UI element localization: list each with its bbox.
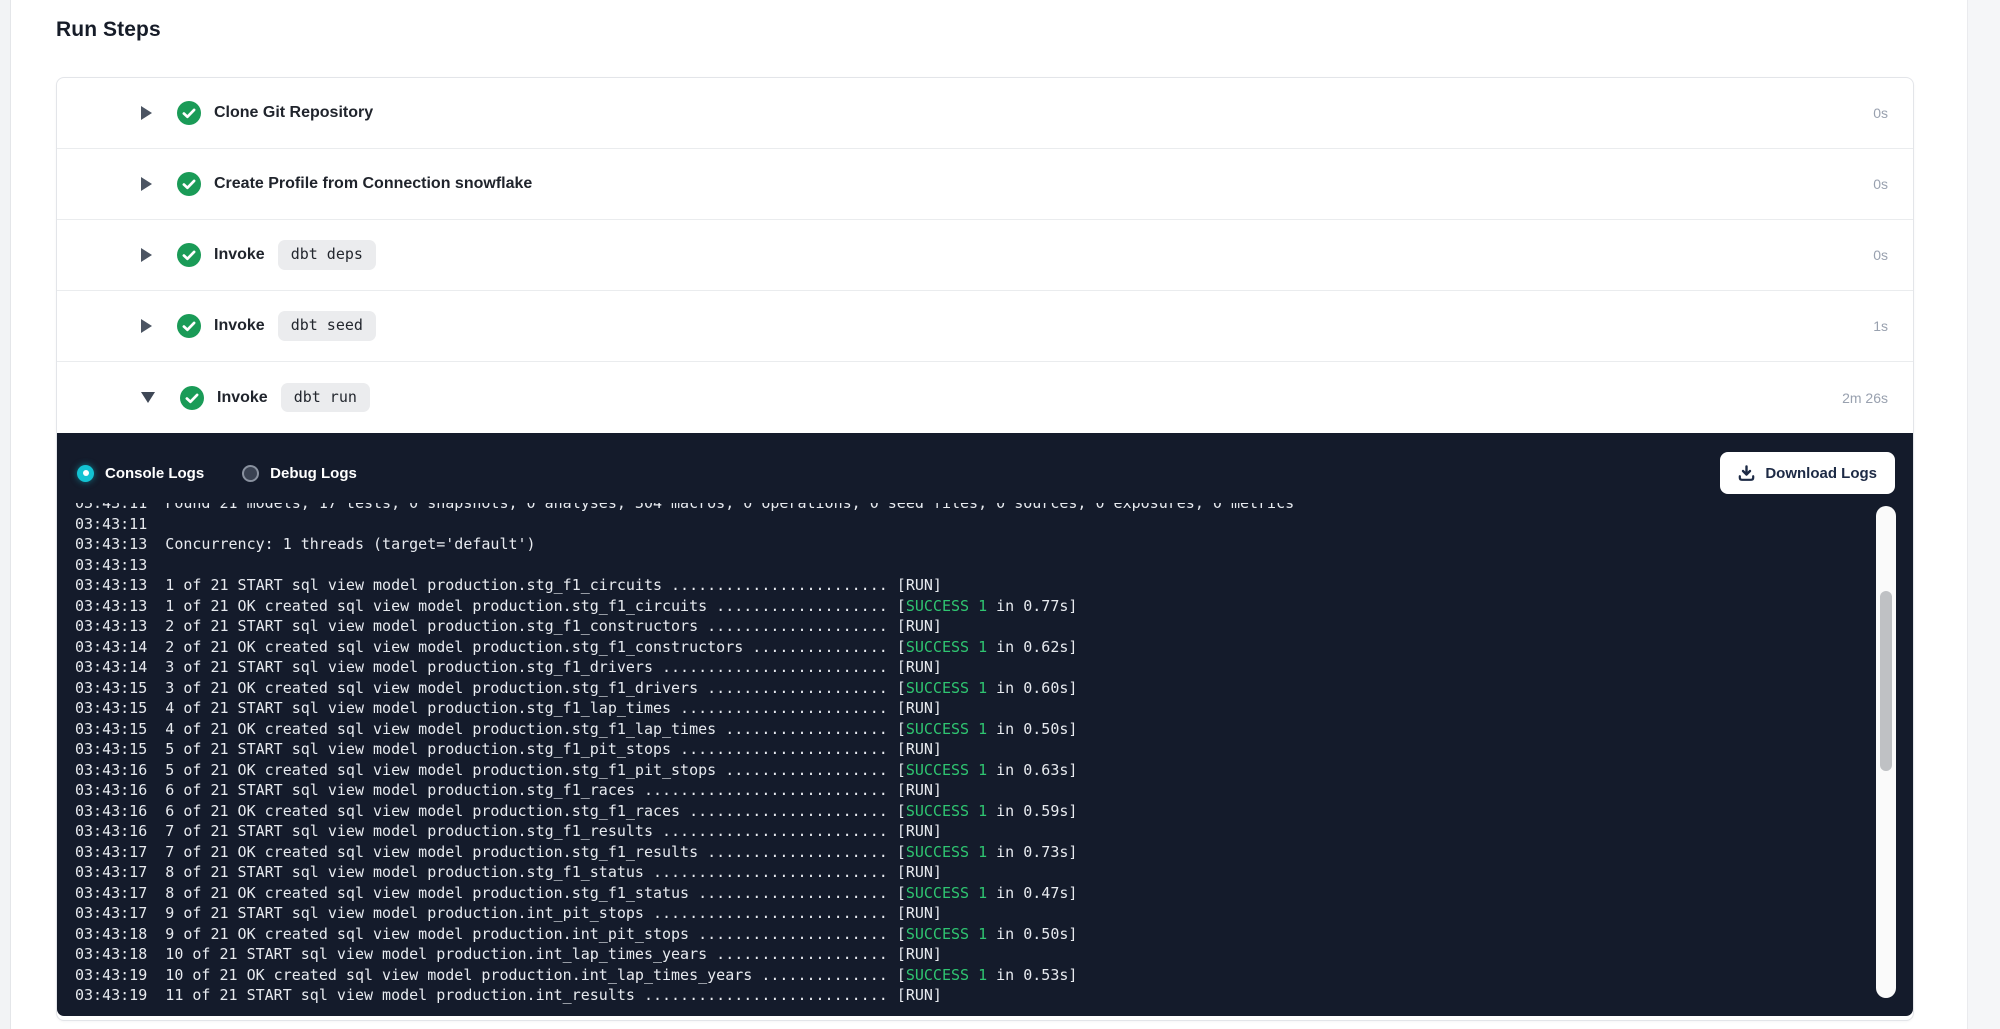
log-content: 03:43:11 Found 21 models, 17 tests, 0 sn… (75, 503, 1913, 1006)
log-line: 03:43:14 2 of 21 OK created sql view mod… (75, 637, 1913, 658)
step-label: Invoke (214, 317, 265, 335)
step-duration: 2m 26s (1842, 390, 1888, 406)
log-line: 03:43:19 11 of 21 START sql view model p… (75, 985, 1913, 1006)
step-row[interactable]: Create Profile from Connection snowflake… (57, 149, 1913, 220)
step-row[interactable]: Invoke dbt deps 0s (57, 220, 1913, 291)
success-check-icon (177, 172, 201, 196)
radio-unselected-icon[interactable] (242, 465, 259, 482)
step-label: Clone Git Repository (214, 104, 373, 122)
radio-debug-logs-label: Debug Logs (270, 465, 357, 482)
log-line: 03:43:15 4 of 21 START sql view model pr… (75, 698, 1913, 719)
log-line: 03:43:17 8 of 21 START sql view model pr… (75, 862, 1913, 883)
page-title: Run Steps (56, 18, 161, 42)
run-steps-card: Clone Git Repository0sCreate Profile fro… (56, 77, 1914, 1021)
step-duration: 0s (1873, 176, 1888, 192)
step-label: Create Profile from Connection snowflake (214, 175, 532, 193)
success-check-icon (180, 386, 204, 410)
success-check-icon (177, 314, 201, 338)
radio-selected-icon[interactable] (77, 465, 94, 482)
caret-down-icon[interactable] (141, 392, 155, 403)
caret-right-icon[interactable] (141, 319, 152, 333)
log-line: 03:43:11 Found 21 models, 17 tests, 0 sn… (75, 503, 1913, 514)
log-line: 03:43:17 7 of 21 OK created sql view mod… (75, 842, 1913, 863)
step-duration: 0s (1873, 105, 1888, 121)
log-line: 03:43:17 8 of 21 OK created sql view mod… (75, 883, 1913, 904)
log-line: 03:43:11 (75, 514, 1913, 535)
log-scrollbar-track[interactable] (1876, 506, 1896, 998)
log-line: 03:43:13 2 of 21 START sql view model pr… (75, 616, 1913, 637)
log-line: 03:43:17 9 of 21 START sql view model pr… (75, 903, 1913, 924)
log-line: 03:43:15 5 of 21 START sql view model pr… (75, 739, 1913, 760)
log-line: 03:43:16 7 of 21 START sql view model pr… (75, 821, 1913, 842)
radio-console-logs-label: Console Logs (105, 465, 204, 482)
step-command-chip: dbt seed (278, 311, 376, 341)
success-check-icon (177, 101, 201, 125)
step-duration: 0s (1873, 247, 1888, 263)
log-line: 03:43:19 10 of 21 OK created sql view mo… (75, 965, 1913, 986)
log-line: 03:43:16 6 of 21 START sql view model pr… (75, 780, 1913, 801)
log-line: 03:43:15 3 of 21 OK created sql view mod… (75, 678, 1913, 699)
log-line: 03:43:13 1 of 21 OK created sql view mod… (75, 596, 1913, 617)
page-left-gutter (0, 0, 11, 1029)
caret-right-icon[interactable] (141, 177, 152, 191)
log-line: 03:43:18 9 of 21 OK created sql view mod… (75, 924, 1913, 945)
log-line: 03:43:14 3 of 21 START sql view model pr… (75, 657, 1913, 678)
console-panel: Console Logs Debug Logs Download Logs 03… (57, 433, 1913, 1016)
log-line: 03:43:16 5 of 21 OK created sql view mod… (75, 760, 1913, 781)
caret-right-icon[interactable] (141, 106, 152, 120)
step-command-chip: dbt run (281, 383, 370, 413)
step-row[interactable]: Clone Git Repository 0s (57, 78, 1913, 149)
caret-right-icon[interactable] (141, 248, 152, 262)
download-logs-label: Download Logs (1765, 465, 1877, 482)
log-line: 03:43:16 6 of 21 OK created sql view mod… (75, 801, 1913, 822)
download-logs-button[interactable]: Download Logs (1720, 452, 1895, 494)
page-right-gutter (1967, 0, 2000, 1029)
log-scroll-area[interactable]: 03:43:11 Found 21 models, 17 tests, 0 sn… (57, 503, 1913, 1016)
step-duration: 1s (1873, 318, 1888, 334)
log-line: 03:43:18 10 of 21 START sql view model p… (75, 944, 1913, 965)
step-command-chip: dbt deps (278, 240, 376, 270)
log-line: 03:43:15 4 of 21 OK created sql view mod… (75, 719, 1913, 740)
log-scrollbar-thumb[interactable] (1880, 591, 1892, 771)
console-header: Console Logs Debug Logs Download Logs (57, 433, 1913, 503)
radio-console-logs[interactable]: Console Logs (77, 465, 204, 482)
log-line: 03:43:13 (75, 555, 1913, 576)
steps-list: Clone Git Repository0sCreate Profile fro… (57, 78, 1913, 433)
download-icon (1738, 465, 1755, 482)
step-row[interactable]: Invoke dbt run 2m 26s (57, 362, 1913, 433)
log-line: 03:43:13 1 of 21 START sql view model pr… (75, 575, 1913, 596)
step-row[interactable]: Invoke dbt seed 1s (57, 291, 1913, 362)
success-check-icon (177, 243, 201, 267)
log-line: 03:43:13 Concurrency: 1 threads (target=… (75, 534, 1913, 555)
step-label: Invoke (214, 246, 265, 264)
step-label: Invoke (217, 389, 268, 407)
radio-debug-logs[interactable]: Debug Logs (242, 465, 357, 482)
